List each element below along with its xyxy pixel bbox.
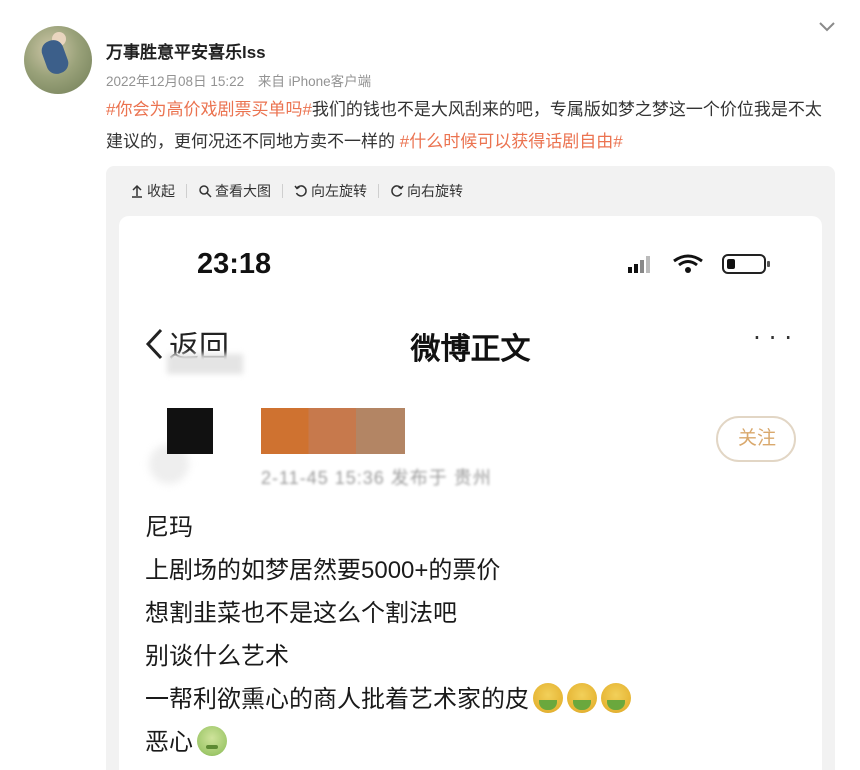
divider (378, 184, 379, 198)
body-line: 上剧场的如梦居然要5000+的票价 (145, 557, 501, 584)
weibo-post: 万事胜意平安喜乐lss 2022年12月08日 15:22 来自 iPhone客… (0, 0, 860, 770)
body-line: 一帮利欲熏心的商人批着艺术家的皮 (145, 686, 529, 713)
redacted-username (261, 408, 405, 454)
body-line-with-emoji: 恶心 (145, 721, 631, 764)
topic-tag-1[interactable]: #你会为高价戏剧票买单吗# (106, 100, 312, 119)
rotate-left-label: 向左旋转 (311, 183, 367, 199)
post-date[interactable]: 2022年12月08日 15:22 (106, 74, 244, 89)
more-icon[interactable]: ··· (753, 324, 800, 352)
post-source: 来自 iPhone客户端 (257, 74, 372, 89)
battery-icon (722, 254, 770, 274)
user-avatar[interactable] (24, 26, 92, 94)
rotate-right-icon (391, 185, 404, 197)
post-content: #你会为高价戏剧票买单吗#我们的钱也不是大风刮来的吧，专属版如梦之梦这一个价位我… (106, 94, 836, 158)
post-meta: 2022年12月08日 15:22 来自 iPhone客户端 (106, 70, 371, 90)
image-viewer: 收起 查看大图 向左旋转 向右旋转 23:18 返回 微博正文 ··· 2-11… (106, 166, 835, 770)
vomit-emoji-icon (567, 683, 597, 713)
view-large-button[interactable]: 查看大图 (198, 181, 271, 201)
screenshot-body: 尼玛 上剧场的如梦居然要5000+的票价 想割韭菜也不是这么个割法吧 别谈什么艺… (145, 506, 631, 764)
image-toolbar: 收起 查看大图 向左旋转 向右旋转 (106, 166, 835, 216)
redacted-avatar (167, 408, 213, 454)
username[interactable]: 万事胜意平安喜乐lss (106, 38, 266, 63)
screenshot-post-meta: 2-11-45 15:36 发布于 贵州 (261, 468, 492, 488)
view-large-label: 查看大图 (215, 183, 271, 199)
chevron-down-icon[interactable] (818, 20, 836, 34)
body-line: 别谈什么艺术 (145, 643, 289, 670)
vomit-emoji-icon (601, 683, 631, 713)
topic-tag-2[interactable]: #什么时候可以获得话剧自由# (400, 132, 623, 151)
collapse-arrow-icon (132, 184, 142, 198)
nauseated-emoji-icon (197, 726, 227, 756)
follow-button[interactable]: 关注 (716, 416, 796, 462)
vomit-emoji-icon (533, 683, 563, 713)
rotate-right-label: 向右旋转 (407, 183, 463, 199)
attached-screenshot[interactable]: 23:18 返回 微博正文 ··· 2-11-45 15:36 发布于 贵州 关… (119, 216, 822, 770)
divider (282, 184, 283, 198)
divider (186, 184, 187, 198)
screenshot-title: 微博正文 (410, 333, 531, 366)
signal-icon (628, 256, 650, 273)
body-line-with-emoji: 一帮利欲熏心的商人批着艺术家的皮 (145, 678, 631, 721)
avatar-body (38, 37, 72, 77)
rotate-left-button[interactable]: 向左旋转 (294, 181, 367, 201)
body-line: 尼玛 (145, 514, 193, 541)
body-line: 想割韭菜也不是这么个割法吧 (145, 600, 457, 627)
collapse-button[interactable]: 收起 (130, 181, 175, 201)
collapse-label: 收起 (147, 183, 175, 199)
wifi-icon (673, 254, 703, 273)
rotate-right-button[interactable]: 向右旋转 (390, 181, 463, 201)
rotate-left-icon (294, 185, 307, 197)
phone-status-time: 23:18 (197, 248, 272, 280)
status-bar-icons (628, 254, 770, 274)
search-icon (199, 185, 212, 198)
body-line: 恶心 (145, 729, 193, 756)
